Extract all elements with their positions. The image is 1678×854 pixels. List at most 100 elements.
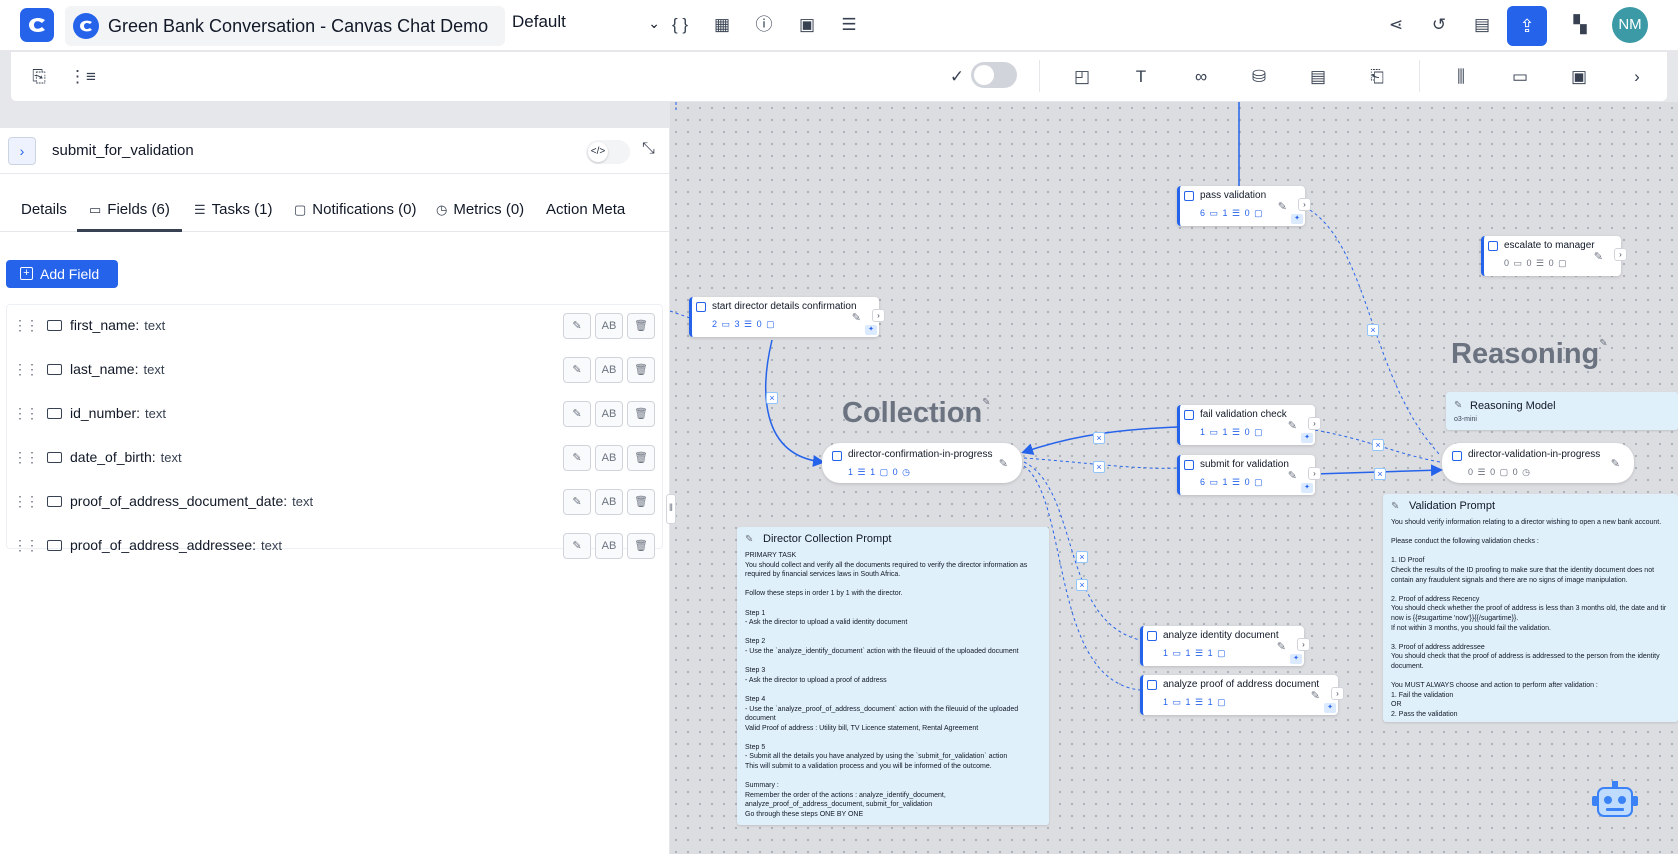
field-row[interactable]: ⋮⋮ first_name: text ✎ AB 🗑 bbox=[7, 305, 664, 349]
node-analyze-identity-document[interactable]: analyze identity document 1 ▭ 1 ☰ 1 ▢ ✎ … bbox=[1140, 626, 1310, 666]
rename-field-button[interactable]: AB bbox=[595, 445, 623, 471]
edit-icon[interactable]: ✎ bbox=[999, 457, 1008, 470]
node-analyze-proof-of-address-document[interactable]: analyze proof of address document 1 ▭ 1 … bbox=[1140, 675, 1344, 715]
delete-field-button[interactable]: 🗑 bbox=[627, 313, 655, 339]
edit-icon[interactable]: ✎ bbox=[1278, 200, 1287, 213]
group-label-collection[interactable]: Collection✎ bbox=[842, 397, 991, 430]
group-label-reasoning[interactable]: Reasoning✎ bbox=[1451, 338, 1608, 371]
edge-delete-button[interactable]: × bbox=[1374, 468, 1386, 480]
chevron-right-icon[interactable]: › bbox=[1308, 467, 1321, 480]
chevron-right-icon[interactable]: › bbox=[1614, 248, 1627, 261]
field-row[interactable]: ⋮⋮ id_number: text ✎ AB 🗑 bbox=[7, 393, 664, 437]
field-row[interactable]: ⋮⋮ date_of_birth: text ✎ AB 🗑 bbox=[7, 437, 664, 481]
edit-icon[interactable]: ✎ bbox=[1277, 640, 1286, 653]
panel-tabs: Details ▭ Fields (6) ☰ Tasks (1) ▢ Notifica… bbox=[0, 190, 670, 232]
add-field-button[interactable]: + Add Field bbox=[6, 260, 118, 288]
drag-handle-icon[interactable]: ⋮⋮ bbox=[13, 405, 39, 422]
chevron-right-icon[interactable]: › bbox=[1308, 417, 1321, 430]
edit-icon[interactable]: ✎ bbox=[982, 397, 990, 408]
edit-icon[interactable]: ✎ bbox=[1391, 501, 1399, 512]
chatbot-robot-icon[interactable] bbox=[1590, 780, 1640, 820]
ai-badge-icon: ✦ bbox=[1301, 483, 1313, 493]
collapse-icon[interactable]: ⤡ bbox=[642, 140, 655, 158]
edit-field-button[interactable]: ✎ bbox=[563, 533, 591, 559]
edit-icon[interactable]: ✎ bbox=[852, 311, 861, 324]
node-start-director-details-confirmation[interactable]: start director details confirmation 2 ▭ … bbox=[689, 297, 885, 337]
rename-field-button[interactable]: AB bbox=[595, 313, 623, 339]
edge-delete-button[interactable]: × bbox=[1076, 551, 1088, 563]
field-row[interactable]: ⋮⋮ proof_of_address_document_date: text ✎ AB… bbox=[7, 481, 664, 525]
tab-fields[interactable]: ▭ Fields (6) bbox=[89, 201, 170, 218]
state-director-confirmation-in-progress[interactable]: director-confirmation-in-progress 1 ☰ 1 … bbox=[822, 443, 1022, 483]
drag-handle-icon[interactable]: ⋮⋮ bbox=[13, 537, 39, 554]
action-node-icon bbox=[1488, 241, 1498, 251]
edge-delete-button[interactable]: × bbox=[1367, 324, 1379, 336]
delete-field-button[interactable]: 🗑 bbox=[627, 401, 655, 427]
tab-notifications[interactable]: ▢ Notifications (0) bbox=[294, 201, 417, 218]
edit-field-button[interactable]: ✎ bbox=[563, 445, 591, 471]
note-director-collection-prompt[interactable]: ✎ Director Collection Prompt PRIMARY TAS… bbox=[737, 527, 1049, 825]
task-list-icon: ☰ bbox=[194, 202, 206, 217]
edge-delete-button[interactable]: × bbox=[766, 392, 778, 404]
note-validation-prompt[interactable]: ✎ Validation Prompt You should verify in… bbox=[1383, 494, 1678, 722]
node-submit-for-validation[interactable]: submit for validation 6 ▭ 1 ☰ 0 ▢ ✎ › ✦ bbox=[1177, 455, 1321, 495]
drag-handle-icon[interactable]: ⋮⋮ bbox=[13, 449, 39, 466]
field-name: id_number: text bbox=[70, 405, 167, 421]
edit-icon[interactable]: ✎ bbox=[1288, 419, 1297, 432]
edit-field-button[interactable]: ✎ bbox=[563, 313, 591, 339]
edit-field-button[interactable]: ✎ bbox=[563, 489, 591, 515]
edit-icon[interactable]: ✎ bbox=[1288, 469, 1297, 482]
tab-action-meta[interactable]: Action Meta bbox=[546, 201, 625, 218]
field-row[interactable]: ⋮⋮ last_name: text ✎ AB 🗑 bbox=[7, 349, 664, 393]
edge-delete-button[interactable]: × bbox=[1093, 461, 1105, 473]
panel-resize-handle[interactable]: ‖ bbox=[666, 494, 676, 524]
edge-delete-button[interactable]: × bbox=[1093, 432, 1105, 444]
edit-icon[interactable]: ✎ bbox=[1599, 338, 1607, 349]
edit-icon[interactable]: ✎ bbox=[1611, 457, 1620, 470]
tab-details[interactable]: Details bbox=[21, 201, 67, 218]
drag-handle-icon[interactable]: ⋮⋮ bbox=[13, 361, 39, 378]
chevron-right-icon[interactable]: › bbox=[1331, 687, 1344, 700]
edit-field-button[interactable]: ✎ bbox=[563, 357, 591, 383]
edit-field-button[interactable]: ✎ bbox=[563, 401, 591, 427]
edit-icon[interactable]: ✎ bbox=[745, 534, 753, 545]
text-field-icon bbox=[47, 320, 62, 331]
tab-metrics[interactable]: ◷ Metrics (0) bbox=[436, 201, 524, 218]
rename-field-button[interactable]: AB bbox=[595, 533, 623, 559]
field-type: text bbox=[145, 406, 167, 421]
delete-field-button[interactable]: 🗑 bbox=[627, 489, 655, 515]
rename-field-button[interactable]: AB bbox=[595, 357, 623, 383]
delete-field-button[interactable]: 🗑 bbox=[627, 445, 655, 471]
panel-title: submit_for_validation bbox=[52, 142, 194, 159]
chevron-right-icon[interactable]: › bbox=[872, 309, 885, 322]
field-row[interactable]: ⋮⋮ proof_of_address_addressee: text ✎ AB 🗑 bbox=[7, 525, 664, 569]
edit-icon[interactable]: ✎ bbox=[1454, 400, 1462, 411]
text-field-icon bbox=[47, 496, 62, 507]
chevron-right-icon[interactable]: › bbox=[1297, 638, 1310, 651]
field-name: last_name: text bbox=[70, 361, 165, 377]
drag-handle-icon[interactable]: ⋮⋮ bbox=[13, 493, 39, 510]
ai-badge-icon: ✦ bbox=[1291, 214, 1303, 224]
ai-badge-icon: ✦ bbox=[1290, 654, 1302, 664]
node-pass-validation[interactable]: pass validation 6 ▭ 1 ☰ 0 ▢ ✎ › ✦ bbox=[1177, 186, 1311, 226]
state-director-validation-in-progress[interactable]: director-validation-in-progress 0 ☰ 0 ▢ … bbox=[1442, 443, 1634, 483]
node-escalate-to-manager[interactable]: escalate to manager 0 ▭ 0 ☰ 0 ▢ ✎ › bbox=[1481, 236, 1627, 276]
drag-handle-icon[interactable]: ⋮⋮ bbox=[13, 317, 39, 334]
tab-tasks[interactable]: ☰ Tasks (1) bbox=[194, 201, 273, 218]
edit-icon[interactable]: ✎ bbox=[1311, 689, 1320, 702]
delete-field-button[interactable]: 🗑 bbox=[627, 357, 655, 383]
node-fail-validation-check[interactable]: fail validation check 1 ▭ 1 ☰ 0 ▢ ✎ › ✦ bbox=[1177, 405, 1321, 445]
ai-badge-icon: ✦ bbox=[1324, 703, 1336, 713]
edge-delete-button[interactable]: × bbox=[1372, 439, 1384, 451]
edge-delete-button[interactable]: × bbox=[1076, 579, 1088, 591]
delete-field-button[interactable]: 🗑 bbox=[627, 533, 655, 559]
rename-field-button[interactable]: AB bbox=[595, 401, 623, 427]
chevron-right-icon[interactable]: › bbox=[1298, 198, 1311, 211]
metrics-icon: ◷ bbox=[436, 202, 448, 217]
edit-icon[interactable]: ✎ bbox=[1594, 250, 1603, 263]
reasoning-model-card[interactable]: ✎ Reasoning Model o3-mini bbox=[1446, 392, 1678, 430]
field-name: proof_of_address_addressee: text bbox=[70, 537, 282, 553]
code-view-toggle[interactable]: </> bbox=[586, 140, 630, 164]
rename-field-button[interactable]: AB bbox=[595, 489, 623, 515]
action-node-icon bbox=[1184, 191, 1194, 201]
